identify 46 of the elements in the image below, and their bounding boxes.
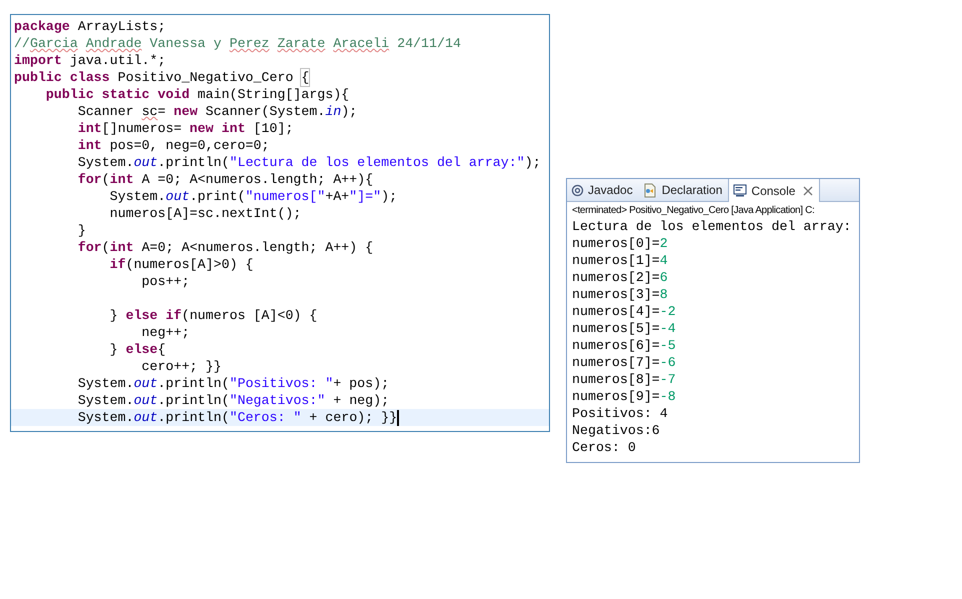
code-line: numeros[A]=sc.nextInt();: [108, 205, 302, 222]
at-sign-icon: [571, 184, 584, 196]
console-line: numeros[4]=-2: [572, 303, 677, 320]
code-line: if(numeros[A]>0) {: [108, 256, 254, 273]
code-line: for(int A=0; A<numeros.length; A++) {: [76, 239, 374, 256]
text-cursor: [397, 410, 400, 426]
code-line: public class Positivo_Negativo_Cero {: [13, 69, 310, 86]
code-line: System.out.println("Negativos:" + neg);: [76, 392, 390, 409]
code-line: int[]numeros= new int [10];: [76, 120, 294, 137]
code-line: for(int A =0; A<numeros.length; A++){: [76, 171, 374, 188]
code-line: System.out.println("Lectura de los elementos del array:");: [76, 154, 542, 171]
code-line: cero++; }}: [140, 358, 222, 375]
code-line: pos++;: [140, 273, 191, 290]
code-line: import java.util.*;: [13, 52, 167, 69]
console-line: numeros[5]=-4: [572, 320, 677, 337]
code-line: //Garcia Andrade Vanessa y Perez Zarate Araceli 24/11/14: [13, 35, 462, 52]
code-line: }: [76, 222, 87, 239]
console-line: numeros[7]=-6: [572, 354, 677, 371]
code-line: Scanner sc= new Scanner(System.in);: [76, 103, 358, 120]
view-tab[interactable]: Console: [728, 179, 820, 202]
console-line: Positivos: 4: [572, 405, 669, 422]
view-tab[interactable]: Javadoc: [567, 179, 639, 201]
code-editor[interactable]: [10, 14, 550, 432]
document-icon: [642, 182, 658, 198]
code-line: } else{: [108, 341, 167, 358]
code-line: public static void main(String[]args){: [44, 86, 350, 103]
code-line: } else if(numeros [A]<0) {: [108, 307, 318, 324]
close-icon[interactable]: [803, 186, 814, 196]
view-tab[interactable]: Declaration: [638, 179, 728, 201]
console-line: Ceros: 0: [572, 439, 637, 456]
console-line: Negativos:6: [572, 422, 661, 439]
code-line: neg++;: [140, 324, 191, 341]
console-line: numeros[6]=-5: [572, 337, 677, 354]
console-line: numeros[8]=-7: [572, 371, 677, 388]
console-line: numeros[9]=-8: [572, 388, 677, 405]
code-line: package ArrayLists;: [13, 18, 167, 35]
console-line: Lectura de los elementos del array:: [572, 218, 852, 235]
console-line: numeros[0]=2: [572, 235, 669, 252]
console-line: numeros[3]=8: [572, 286, 669, 303]
code-line: System.out.print("numeros["+A+"]=");: [108, 188, 398, 205]
code-line: System.out.println("Positivos: "+ pos);: [76, 375, 390, 392]
console-line: numeros[2]=6: [572, 269, 669, 286]
process-status: <terminated> Positivo_Negativo_Cero [Java Application] C:: [572, 205, 816, 216]
console-line: numeros[1]=4: [572, 252, 669, 269]
code-line: int pos=0, neg=0,cero=0;: [76, 137, 270, 154]
monitor-icon: [733, 184, 748, 197]
